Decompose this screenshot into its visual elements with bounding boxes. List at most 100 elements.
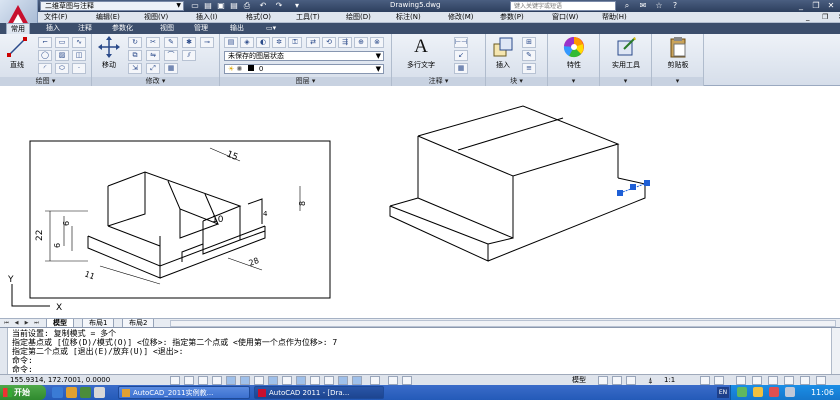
- quick-view-layouts-button[interactable]: [388, 376, 398, 385]
- draw-panel-title[interactable]: 绘图 ▾: [0, 77, 91, 86]
- scale-icon[interactable]: ⤢: [146, 63, 160, 74]
- dim-15[interactable]: 15: [225, 150, 239, 164]
- 3d-object-snap-toggle[interactable]: [254, 376, 264, 385]
- pan-icon[interactable]: [612, 376, 622, 385]
- tab-view[interactable]: 视图: [156, 23, 178, 34]
- trim-icon[interactable]: ✂: [146, 37, 160, 48]
- clock[interactable]: 11:06: [811, 385, 834, 400]
- auto-scale-toggle[interactable]: [714, 376, 724, 385]
- viewport-toggle[interactable]: [598, 376, 608, 385]
- open-file-icon[interactable]: ▤: [203, 1, 213, 11]
- save-icon[interactable]: ▣: [216, 1, 226, 11]
- help-search-input[interactable]: 键入关键字或短语: [510, 1, 616, 11]
- properties-button[interactable]: 特性: [559, 36, 589, 74]
- quick-view-drawings-button[interactable]: [402, 376, 412, 385]
- object-snap-tracking-toggle[interactable]: [268, 376, 278, 385]
- hardware-acceleration-icon[interactable]: [768, 376, 778, 385]
- annotation-visibility-toggle[interactable]: [700, 376, 710, 385]
- language-indicator[interactable]: EN: [717, 387, 729, 398]
- status-bar-menu-icon[interactable]: [800, 376, 810, 385]
- next-tab-icon[interactable]: ▶: [22, 319, 31, 327]
- layer-delete-icon[interactable]: ⊗: [370, 37, 384, 48]
- mtext-button[interactable]: A 多行文字: [400, 36, 442, 74]
- arc-icon[interactable]: ◜: [38, 63, 52, 74]
- layer-previous-icon[interactable]: ⟲: [322, 37, 336, 48]
- menu-view[interactable]: 视图(V): [144, 12, 168, 23]
- fillet-icon[interactable]: ⌒: [164, 50, 178, 61]
- region-icon[interactable]: ◫: [72, 50, 86, 61]
- edit-attributes-icon[interactable]: ≡: [522, 63, 536, 74]
- dim-6b[interactable]: 6: [62, 221, 71, 226]
- object-snap-toggle[interactable]: [240, 376, 250, 385]
- tab-insert[interactable]: 插入: [42, 23, 64, 34]
- layer-isolate-icon[interactable]: ◈: [240, 37, 254, 48]
- menu-minimize-icon[interactable]: _: [806, 12, 810, 23]
- spline-icon[interactable]: ∿: [72, 37, 86, 48]
- point-icon[interactable]: ·: [72, 63, 86, 74]
- dynamic-input-toggle[interactable]: [296, 376, 306, 385]
- stretch-icon[interactable]: ⇲: [128, 63, 142, 74]
- close-icon[interactable]: ✕: [824, 0, 838, 12]
- leader-icon[interactable]: ↙: [454, 50, 468, 61]
- ortho-mode-toggle[interactable]: [212, 376, 222, 385]
- menu-parametric[interactable]: 参数(P): [500, 12, 524, 23]
- menu-draw[interactable]: 绘图(D): [346, 12, 371, 23]
- block-panel-title[interactable]: 块 ▾: [486, 77, 547, 86]
- offset-icon[interactable]: ⫽: [182, 50, 196, 61]
- create-block-icon[interactable]: ⊞: [522, 37, 536, 48]
- command-input[interactable]: 命令:: [12, 365, 33, 374]
- toolbar-lock-icon[interactable]: [752, 376, 762, 385]
- erase-icon[interactable]: ✎: [164, 37, 178, 48]
- communication-center-icon[interactable]: ✉: [636, 0, 650, 12]
- undo-icon[interactable]: ↶: [258, 1, 268, 11]
- grid-display-toggle[interactable]: [198, 376, 208, 385]
- dim-28[interactable]: 28: [248, 256, 261, 268]
- media-icon[interactable]: [80, 387, 91, 398]
- clipboard-panel-title[interactable]: ▾: [652, 77, 703, 86]
- layer-freeze-icon[interactable]: ✲: [272, 37, 286, 48]
- linear-dimension-icon[interactable]: ⊢⊣: [454, 37, 468, 48]
- first-tab-icon[interactable]: ⏮: [2, 319, 11, 327]
- start-button[interactable]: 开始: [0, 385, 46, 400]
- move-button[interactable]: 移动: [94, 36, 124, 74]
- line-button[interactable]: 直线: [2, 36, 32, 74]
- desktop-icon[interactable]: [94, 387, 105, 398]
- isometric-part-left[interactable]: [87, 171, 266, 279]
- tab-annotate[interactable]: 注释: [74, 23, 96, 34]
- save-as-icon[interactable]: ▤: [229, 1, 239, 11]
- dim-11[interactable]: 11: [83, 269, 96, 281]
- tab-manage[interactable]: 管理: [190, 23, 212, 34]
- dim-6a[interactable]: 6: [53, 243, 62, 248]
- snap-mode-toggle[interactable]: [184, 376, 194, 385]
- redo-icon[interactable]: ↷: [274, 1, 284, 11]
- layer-lock-icon[interactable]: ⚿: [288, 37, 302, 48]
- menu-edit[interactable]: 编辑(E): [96, 12, 120, 23]
- help-icon[interactable]: ?: [668, 0, 682, 12]
- mirror-icon[interactable]: ⇋: [146, 50, 160, 61]
- restore-icon[interactable]: ❐: [809, 0, 823, 12]
- utilities-button[interactable]: 实用工具: [607, 36, 645, 74]
- annotation-monitor-toggle[interactable]: [370, 376, 380, 385]
- infer-constraints-toggle[interactable]: [170, 376, 180, 385]
- taskbar-item-book[interactable]: AutoCAD_2011实例教...: [118, 386, 250, 399]
- favorites-icon[interactable]: ☆: [652, 0, 666, 12]
- print-icon[interactable]: ⎙: [242, 1, 252, 11]
- clipboard-button[interactable]: 剪贴板: [659, 36, 697, 74]
- menu-dimension[interactable]: 标注(N): [396, 12, 421, 23]
- tab-home[interactable]: 常用: [6, 23, 30, 34]
- quick-access-menu-icon[interactable]: ▾: [292, 1, 302, 11]
- properties-panel-title[interactable]: ▾: [548, 77, 599, 86]
- horizontal-scrollbar[interactable]: [170, 320, 836, 327]
- polar-tracking-toggle[interactable]: [226, 376, 236, 385]
- volume-icon[interactable]: [785, 387, 795, 397]
- dim-10[interactable]: 10: [212, 215, 224, 225]
- workspace-switcher[interactable]: 二维草图与注释 ▼: [40, 1, 184, 11]
- join-icon[interactable]: ⊸: [200, 37, 214, 48]
- annotation-panel-title[interactable]: 注释 ▾: [392, 77, 485, 86]
- network-icon[interactable]: [737, 387, 747, 397]
- menu-tools[interactable]: 工具(T): [296, 12, 320, 23]
- array-icon[interactable]: ▦: [164, 63, 178, 74]
- drawing-canvas[interactable]: 10 15 22 6 6 8 11 28 4 Y X: [0, 86, 840, 318]
- isolate-objects-icon[interactable]: [784, 376, 794, 385]
- edit-block-icon[interactable]: ✎: [522, 50, 536, 61]
